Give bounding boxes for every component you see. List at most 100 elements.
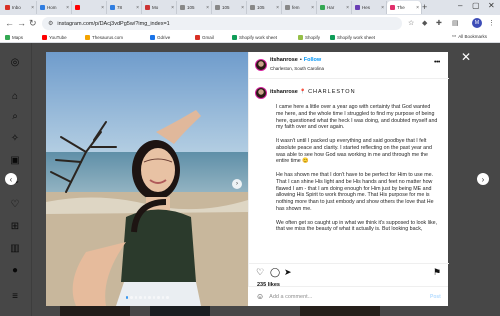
back-icon[interactable]: ← xyxy=(5,18,14,28)
tab-close-icon[interactable]: × xyxy=(276,5,279,11)
tab-favicon-icon xyxy=(40,5,45,10)
tab-close-icon[interactable]: × xyxy=(31,5,34,11)
site-info-icon[interactable]: ⚙ xyxy=(48,20,53,27)
tab-strip: Inbo × Hom × × 78 × Mo × 105 × 105 × 105 × fem × Har × Hes ×… xyxy=(0,0,500,15)
sidepanel-icon[interactable]: ▤ xyxy=(452,19,459,27)
share-icon[interactable]: ➤ xyxy=(284,267,292,278)
caption-paragraph: It wasn't until I packed up everything a… xyxy=(276,137,432,165)
extensions-puzzle-icon[interactable]: ✚ xyxy=(436,19,442,27)
bookmark-item[interactable]: YouTube xyxy=(42,33,67,42)
bookmark-favicon-icon xyxy=(232,35,237,40)
browser-tab[interactable]: × xyxy=(72,1,107,14)
author-username[interactable]: itshanrose xyxy=(270,57,298,63)
tab-favicon-icon xyxy=(250,5,255,10)
bookmark-favicon-icon xyxy=(85,35,90,40)
carousel-dot xyxy=(130,296,133,299)
bookmark-item[interactable]: Shopify work sheet xyxy=(232,33,277,42)
new-tab-button[interactable]: + xyxy=(422,2,427,12)
tab-close-icon[interactable]: × xyxy=(241,5,244,11)
carousel-dot xyxy=(152,296,155,299)
bookmark-item[interactable]: Shopify xyxy=(298,33,320,42)
forward-icon[interactable]: → xyxy=(17,18,26,28)
tab-close-icon[interactable]: × xyxy=(416,5,419,11)
tab-close-icon[interactable]: × xyxy=(101,5,104,11)
browser-tab[interactable]: Mo × xyxy=(142,1,177,14)
browser-tab[interactable]: Hom × xyxy=(37,1,72,14)
browser-toolbar: ← → ↻ ⚙ instagram.com/p/DAcj3vdPg5w/?img… xyxy=(0,15,500,32)
comment-icon[interactable]: ◯ xyxy=(270,267,280,278)
tab-favicon-icon xyxy=(5,5,10,10)
browser-tab[interactable]: The × xyxy=(387,1,422,14)
bookmark-item[interactable]: Thesaurus.com xyxy=(85,33,123,42)
browser-menu-icon[interactable]: ⋮ xyxy=(488,19,495,27)
browser-tab[interactable]: 105 × xyxy=(177,1,212,14)
tab-close-icon[interactable]: × xyxy=(381,5,384,11)
author-avatar[interactable] xyxy=(255,59,267,71)
browser-tab[interactable]: 105 × xyxy=(247,1,282,14)
browser-tab[interactable]: Inbo × xyxy=(2,1,37,14)
author-line: itshanrose • Follow xyxy=(270,57,321,63)
caption-text: I came here a little over a year ago wit… xyxy=(276,104,438,240)
close-window-icon[interactable]: ✕ xyxy=(488,1,495,10)
carousel-dot xyxy=(166,296,169,299)
like-heart-icon[interactable]: ♡ xyxy=(256,267,264,278)
save-bookmark-icon[interactable]: ⚑ xyxy=(433,267,441,278)
bookmark-item[interactable]: Gdrive xyxy=(150,33,170,42)
bookmark-item[interactable]: Gmail xyxy=(195,33,214,42)
browser-tab[interactable]: Hes × xyxy=(352,1,387,14)
extension-icon[interactable]: ◆ xyxy=(422,19,427,27)
browser-tab[interactable]: fem × xyxy=(282,1,317,14)
bookmark-favicon-icon xyxy=(5,35,10,40)
carousel-dot xyxy=(139,296,142,299)
caption-header: itshanrose 📍 CHARLESTON xyxy=(270,89,356,95)
bookmark-label: Shopify work sheet xyxy=(239,35,278,40)
bookmark-label: Gdrive xyxy=(157,35,171,40)
carousel-dot xyxy=(125,296,128,299)
address-bar[interactable]: ⚙ instagram.com/p/DAcj3vdPg5w/?img_index… xyxy=(42,17,402,30)
post-modal: › itshanrose • Follow Charleston, South … xyxy=(46,52,449,306)
browser-tab[interactable]: 105 × xyxy=(212,1,247,14)
post-comment-button[interactable]: Post xyxy=(430,294,441,300)
bookmark-item[interactable]: Shopify work sheet xyxy=(330,33,375,42)
bookmark-label: YouTube xyxy=(49,35,67,40)
caption-paragraph: He has shown me that I don't have to be … xyxy=(276,171,434,212)
comment-input[interactable]: Add a comment... xyxy=(269,294,312,300)
bookmark-favicon-icon xyxy=(42,35,47,40)
browser-tab[interactable]: Har × xyxy=(317,1,352,14)
browser-tab[interactable]: 78 × xyxy=(107,1,142,14)
tab-close-icon[interactable]: × xyxy=(311,5,314,11)
tab-close-icon[interactable]: × xyxy=(171,5,174,11)
tab-close-icon[interactable]: × xyxy=(346,5,349,11)
bookmark-item[interactable]: Maps xyxy=(5,33,23,42)
emoji-icon[interactable]: ☺ xyxy=(256,292,264,301)
bookmark-favicon-icon xyxy=(195,35,200,40)
carousel-indicator xyxy=(46,296,248,299)
close-icon[interactable]: ✕ xyxy=(461,50,471,64)
minimize-icon[interactable]: – xyxy=(458,1,462,10)
caption-avatar[interactable] xyxy=(255,87,267,99)
reload-icon[interactable]: ↻ xyxy=(29,18,37,29)
bookmark-label: Shopify work sheet xyxy=(337,35,376,40)
next-post-icon[interactable]: › xyxy=(477,173,489,185)
bookmark-star-icon[interactable]: ☆ xyxy=(408,19,414,27)
bookmarks-bar: Maps YouTube Thesaurus.com Gdrive Gmail Shopi… xyxy=(0,32,500,43)
tab-close-icon[interactable]: × xyxy=(136,5,139,11)
tab-favicon-icon xyxy=(145,5,150,10)
tab-favicon-icon xyxy=(355,5,360,10)
previous-post-icon[interactable]: ‹ xyxy=(5,173,17,185)
tab-label: Hom xyxy=(47,5,57,10)
carousel-next-icon[interactable]: › xyxy=(232,179,242,189)
bookmark-favicon-icon xyxy=(330,35,335,40)
caption-paragraph: I came here a little over a year ago wit… xyxy=(276,104,438,131)
post-location[interactable]: Charleston, South Carolina xyxy=(270,66,324,71)
comment-bar: ☺ Add a comment... Post xyxy=(248,286,448,306)
tab-close-icon[interactable]: × xyxy=(66,5,69,11)
caption-username[interactable]: itshanrose xyxy=(270,89,298,95)
maximize-icon[interactable]: ▢ xyxy=(472,1,480,10)
follow-button[interactable]: Follow xyxy=(304,57,321,63)
tab-label: Mo xyxy=(152,5,159,10)
more-options-icon[interactable]: ••• xyxy=(434,59,440,66)
profile-avatar[interactable]: M xyxy=(472,18,482,28)
all-bookmarks[interactable]: ▭ All Bookmarks xyxy=(452,33,487,39)
tab-close-icon[interactable]: × xyxy=(206,5,209,11)
